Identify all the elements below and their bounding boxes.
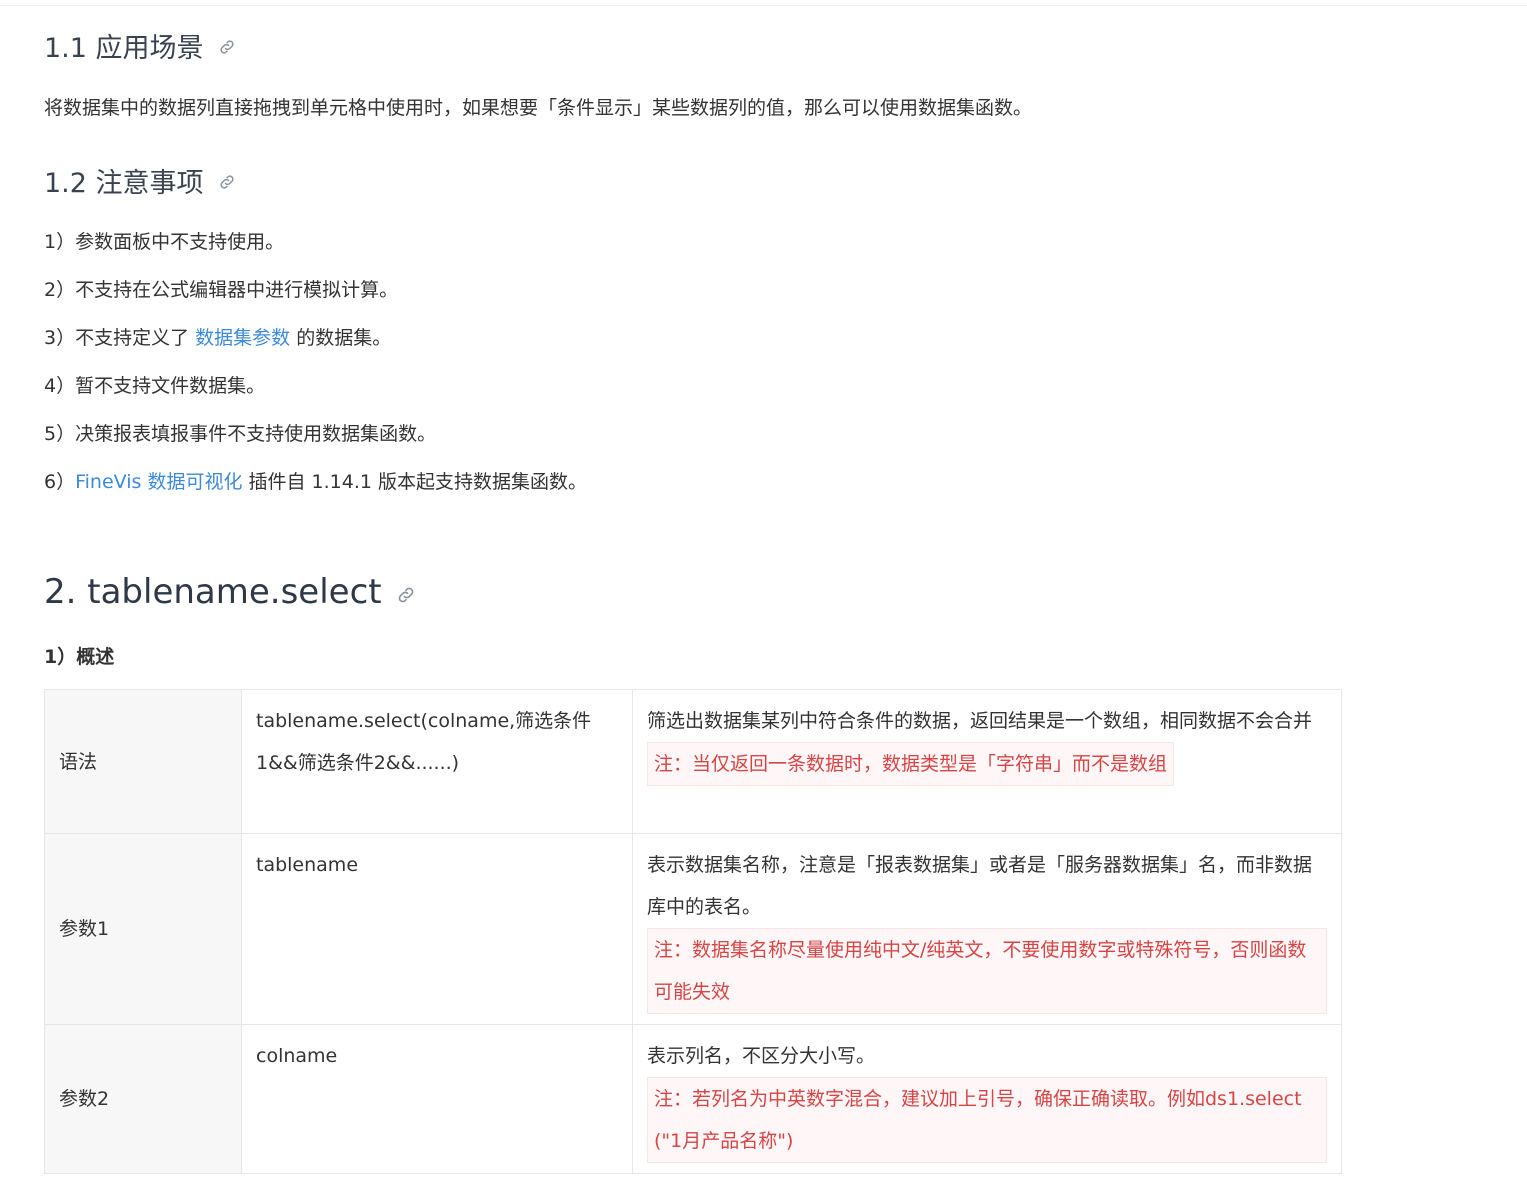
note-item-4: 4）暂不支持文件数据集。 [44,375,266,397]
note-item-6-prefix: 6） [44,471,76,493]
note-item-6-suffix: 插件自 1.14.1 版本起支持数据集函数。 [242,471,588,493]
section-1-2-heading: 1.2 注意事项 [44,166,236,203]
note-item-2: 2）不支持在公式编辑器中进行模拟计算。 [44,279,399,301]
row-label: 语法 [44,689,242,834]
link-icon[interactable] [396,572,416,616]
section-1-1-paragraph: 将数据集中的数据列直接拖拽到单元格中使用时，如果想要「条件显示」某些数据列的值，… [44,97,1033,119]
row-description-cell: 表示数据集名称，注意是「报表数据集」或者是「服务器数据集」名，而非数据库中的表名… [632,833,1342,1025]
link-icon[interactable] [218,30,236,66]
section-1-1-heading: 1.1 应用场景 [44,31,236,68]
syntax-table: 语法 tablename.select(colname,筛选条件1&&筛选条件2… [44,689,1342,1174]
section-1-1-title: 1.1 应用场景 [44,33,204,64]
row-description: 筛选出数据集某列中符合条件的数据，返回结果是一个数组，相同数据不会合并 [647,710,1313,732]
dataset-parameter-link[interactable]: 数据集参数 [195,327,290,349]
note-item-3: 3）不支持定义了 数据集参数 的数据集。 [44,324,391,352]
row-description-cell: 筛选出数据集某列中符合条件的数据，返回结果是一个数组，相同数据不会合并 注：当仅… [632,689,1342,834]
row-label: 参数2 [44,1024,242,1174]
note-item-5: 5）决策报表填报事件不支持使用数据集函数。 [44,423,437,445]
note-item-3-prefix: 3）不支持定义了 [44,327,196,349]
row-description: 表示数据集名称，注意是「报表数据集」或者是「服务器数据集」名，而非数据库中的表名… [647,854,1313,918]
table-row: 参数2 colname 表示列名，不区分大小写。 注：若列名为中英数字混合，建议… [44,1024,1342,1174]
finevis-link[interactable]: FineVis 数据可视化 [75,471,242,493]
overview-label: 1）概述 [44,646,115,668]
row-note: 注：数据集名称尽量使用纯中文/纯英文，不要使用数字或特殊符号，否则函数可能失效 [647,928,1327,1014]
row-note: 注：若列名为中英数字混合，建议加上引号，确保正确读取。例如ds1.select(… [647,1077,1327,1163]
table-row: 语法 tablename.select(colname,筛选条件1&&筛选条件2… [44,689,1342,834]
section-1-2-title: 1.2 注意事项 [44,168,204,199]
row-value: colname [241,1024,633,1174]
note-item-6: 6）FineVis 数据可视化 插件自 1.14.1 版本起支持数据集函数。 [44,468,587,496]
section-2-title: 2. tablename.select [44,572,382,612]
section-2-heading: 2. tablename.select [44,570,416,616]
row-description-cell: 表示列名，不区分大小写。 注：若列名为中英数字混合，建议加上引号，确保正确读取。… [632,1024,1342,1174]
row-label: 参数1 [44,833,242,1025]
row-note: 注：当仅返回一条数据时，数据类型是「字符串」而不是数组 [647,742,1175,786]
row-description: 表示列名，不区分大小写。 [647,1045,876,1067]
note-item-3-suffix: 的数据集。 [290,327,392,349]
row-value: tablename.select(colname,筛选条件1&&筛选条件2&&.… [241,689,633,834]
top-divider [0,5,1527,6]
row-value: tablename [241,833,633,1025]
note-item-1: 1）参数面板中不支持使用。 [44,231,285,253]
link-icon[interactable] [218,165,236,201]
table-row: 参数1 tablename 表示数据集名称，注意是「报表数据集」或者是「服务器数… [44,833,1342,1025]
